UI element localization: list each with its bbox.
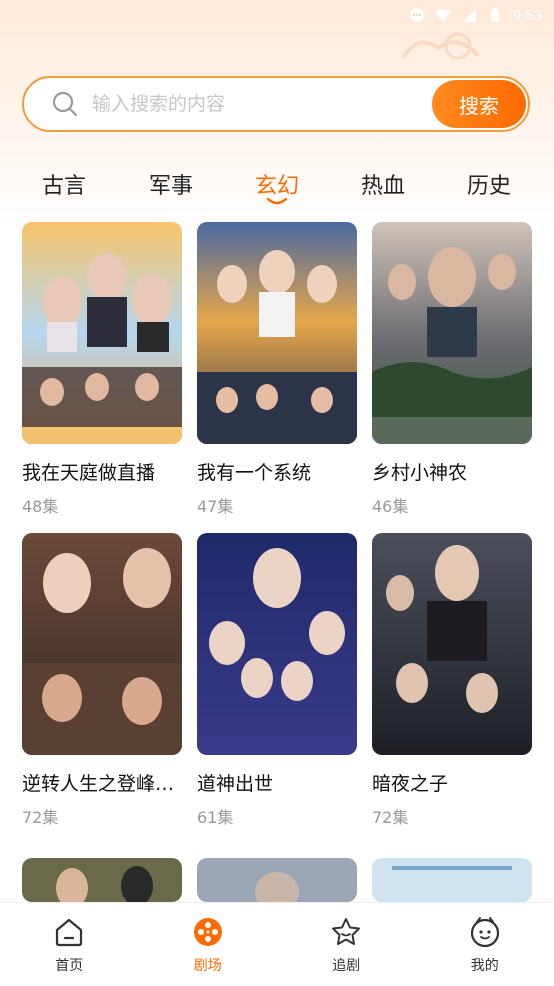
home-icon (56, 918, 83, 947)
search-bar: 搜索 (22, 76, 530, 132)
decorative-logo (401, 32, 480, 60)
episode-count: 47集 (197, 497, 234, 516)
drama-card[interactable] (22, 858, 182, 902)
star-follow-icon (332, 918, 361, 945)
status-time: 9:53 (512, 6, 542, 24)
episode-count: 72集 (22, 808, 59, 827)
status-bar: 9:53 (0, 0, 554, 30)
drama-card[interactable]: 道神出世 61集 (197, 533, 357, 828)
drama-poster[interactable] (197, 533, 357, 755)
tab-label: 玄幻 (254, 174, 300, 199)
nav-theater[interactable]: 剧场 (139, 903, 278, 986)
episode-count: 46集 (372, 497, 409, 516)
nav-label: 剧场 (193, 958, 222, 974)
tab-label: 古言 (41, 174, 87, 199)
nav-follow[interactable]: 追剧 (277, 903, 416, 986)
drama-card[interactable]: 我有一个系统 47集 (197, 222, 357, 517)
drama-title[interactable]: 道神出世 (197, 769, 359, 796)
drama-card[interactable]: 暗夜之子 72集 (372, 533, 532, 828)
active-tab-smile-indicator (266, 198, 288, 205)
drama-card[interactable] (197, 858, 357, 902)
tab-xuanhuan[interactable]: 玄幻 (254, 168, 300, 205)
tab-junshi[interactable]: 军事 (149, 168, 193, 200)
drama-card[interactable]: 逆转人生之登峰造极 72集 (22, 533, 184, 828)
drama-card[interactable] (372, 858, 532, 902)
theater-film-reel-icon (193, 918, 222, 946)
episode-count: 48集 (22, 497, 59, 516)
tab-label: 历史 (466, 174, 512, 199)
signal-icon (462, 9, 476, 22)
tab-label: 热血 (360, 174, 406, 199)
tab-rexue[interactable]: 热血 (361, 168, 405, 200)
drama-poster[interactable] (197, 222, 357, 444)
tab-guyan[interactable]: 古言 (42, 168, 86, 200)
nav-home[interactable]: 首页 (0, 903, 139, 986)
search-button[interactable]: 搜索 (432, 80, 526, 128)
nav-label: 我的 (470, 958, 499, 974)
drama-poster[interactable] (197, 858, 357, 902)
drama-title[interactable]: 我在天庭做直播 (22, 458, 184, 485)
search-input[interactable] (92, 93, 392, 115)
nav-profile[interactable]: 我的 (416, 903, 554, 986)
drama-title[interactable]: 乡村小神农 (372, 458, 534, 485)
category-tabs: 古言 军事 玄幻 热血 历史 (0, 160, 554, 210)
message-icon (409, 8, 424, 22)
drama-poster[interactable] (22, 533, 182, 755)
tab-lishi[interactable]: 历史 (467, 168, 511, 200)
drama-title[interactable]: 我有一个系统 (197, 458, 359, 485)
drama-title[interactable]: 逆转人生之登峰造极 (22, 769, 184, 796)
drama-poster[interactable] (372, 858, 532, 902)
battery-icon (490, 8, 499, 22)
drama-poster[interactable] (22, 222, 182, 444)
bottom-navigation: 首页 剧场 追剧 我的 (0, 902, 554, 986)
nav-label: 首页 (55, 958, 84, 974)
nav-label: 追剧 (332, 958, 361, 974)
episode-count: 61集 (197, 808, 234, 827)
drama-card[interactable]: 我在天庭做直播 48集 (22, 222, 182, 517)
drama-title[interactable]: 暗夜之子 (372, 769, 534, 796)
episode-count: 72集 (372, 808, 409, 827)
search-icon (52, 91, 78, 117)
tab-label: 军事 (148, 174, 194, 199)
drama-poster[interactable] (372, 222, 532, 444)
drama-poster[interactable] (372, 533, 532, 755)
drama-card[interactable]: 乡村小神农 46集 (372, 222, 532, 517)
profile-face-icon (470, 917, 499, 948)
wifi-icon (434, 9, 451, 22)
drama-poster[interactable] (22, 858, 182, 902)
